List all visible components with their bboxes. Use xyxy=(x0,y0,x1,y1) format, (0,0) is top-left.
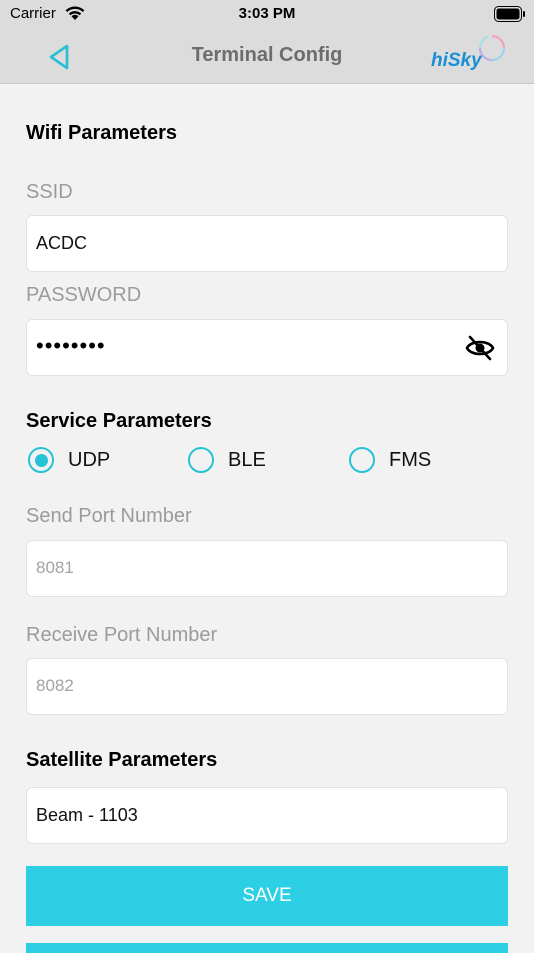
logo-text: hiSky xyxy=(431,50,482,71)
service-radio-group: UDP BLE FMS xyxy=(26,445,508,475)
radio-circle-icon xyxy=(349,447,375,473)
service-section-title: Service Parameters xyxy=(26,410,212,432)
password-field[interactable]: •••••••• xyxy=(26,319,508,376)
radio-udp-label: UDP xyxy=(68,448,111,471)
eye-slash-icon[interactable] xyxy=(465,335,495,361)
radio-circle-icon xyxy=(28,447,54,473)
send-port-field[interactable]: 8081 xyxy=(26,540,508,597)
receive-port-placeholder: 8082 xyxy=(36,676,74,695)
radio-ble[interactable]: BLE xyxy=(188,445,266,475)
password-value: •••••••• xyxy=(36,333,106,358)
radio-ble-label: BLE xyxy=(228,448,266,471)
send-port-label: Send Port Number xyxy=(26,505,192,527)
radio-selected-dot xyxy=(34,453,48,467)
navigation-bar: Terminal Config hiSky xyxy=(0,30,534,84)
beam-selector[interactable]: Beam - 1103 xyxy=(26,787,508,844)
clock: 3:03 PM xyxy=(238,5,296,22)
secondary-button[interactable] xyxy=(26,943,508,953)
password-label: PASSWORD xyxy=(26,284,142,306)
radio-fms[interactable]: FMS xyxy=(349,445,431,475)
receive-port-label: Receive Port Number xyxy=(26,624,218,646)
satellite-section-title: Satellite Parameters xyxy=(26,749,218,771)
receive-port-field[interactable]: 8082 xyxy=(26,658,508,715)
ssid-field[interactable]: ACDC xyxy=(26,215,508,272)
logo-ring-icon xyxy=(478,34,506,62)
wifi-section-title: Wifi Parameters xyxy=(26,122,177,144)
radio-circle-icon xyxy=(188,447,214,473)
ssid-label: SSID xyxy=(26,181,73,203)
radio-udp[interactable]: UDP xyxy=(28,445,110,475)
save-button[interactable]: SAVE xyxy=(26,866,508,926)
beam-value: Beam - 1103 xyxy=(36,805,138,825)
radio-fms-label: FMS xyxy=(389,448,432,471)
send-port-placeholder: 8081 xyxy=(36,558,74,577)
status-bar: Carrier 3:03 PM xyxy=(0,0,534,30)
ssid-value: ACDC xyxy=(36,233,88,253)
hisky-logo: hiSky xyxy=(428,30,514,80)
battery-icon xyxy=(494,6,525,22)
